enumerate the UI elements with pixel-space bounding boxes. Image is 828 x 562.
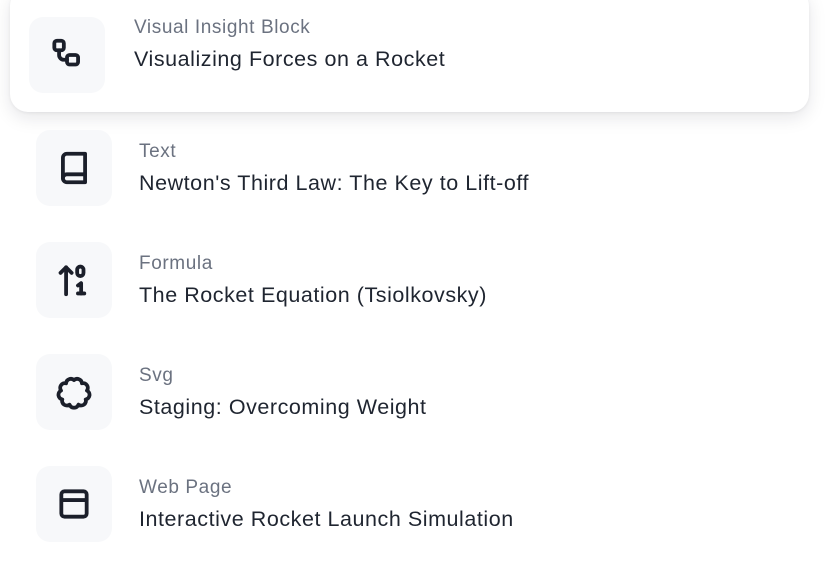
item-type-label: Text xyxy=(139,141,177,162)
arrow-up-01-icon xyxy=(36,242,112,318)
item-type-label: Web Page xyxy=(139,477,233,498)
book-icon xyxy=(36,130,112,206)
item-title: The Rocket Equation (Tsiolkovsky) xyxy=(139,283,487,307)
list-item-text[interactable]: Text Newton's Third Law: The Key to Lift… xyxy=(0,130,828,230)
item-title: Staging: Overcoming Weight xyxy=(139,395,427,419)
workflow-icon xyxy=(29,17,105,93)
item-type-label: Visual Insight Block xyxy=(134,17,311,38)
list-item-visual-insight-block[interactable]: Visual Insight Block Visualizing Forces … xyxy=(10,0,809,112)
flower-icon xyxy=(36,354,112,430)
item-title: Visualizing Forces on a Rocket xyxy=(134,47,446,71)
panel-top-icon xyxy=(36,466,112,542)
item-type-label: Svg xyxy=(139,365,174,386)
list-item-formula[interactable]: Formula The Rocket Equation (Tsiolkovsky… xyxy=(0,242,828,342)
item-type-label: Formula xyxy=(139,253,213,274)
list-item-web-page[interactable]: Web Page Interactive Rocket Launch Simul… xyxy=(0,466,828,562)
content-block-list: Visual Insight Block Visualizing Forces … xyxy=(0,0,828,562)
list-item-svg[interactable]: Svg Staging: Overcoming Weight xyxy=(0,354,828,454)
item-title: Newton's Third Law: The Key to Lift-off xyxy=(139,171,530,195)
item-title: Interactive Rocket Launch Simulation xyxy=(139,507,514,531)
